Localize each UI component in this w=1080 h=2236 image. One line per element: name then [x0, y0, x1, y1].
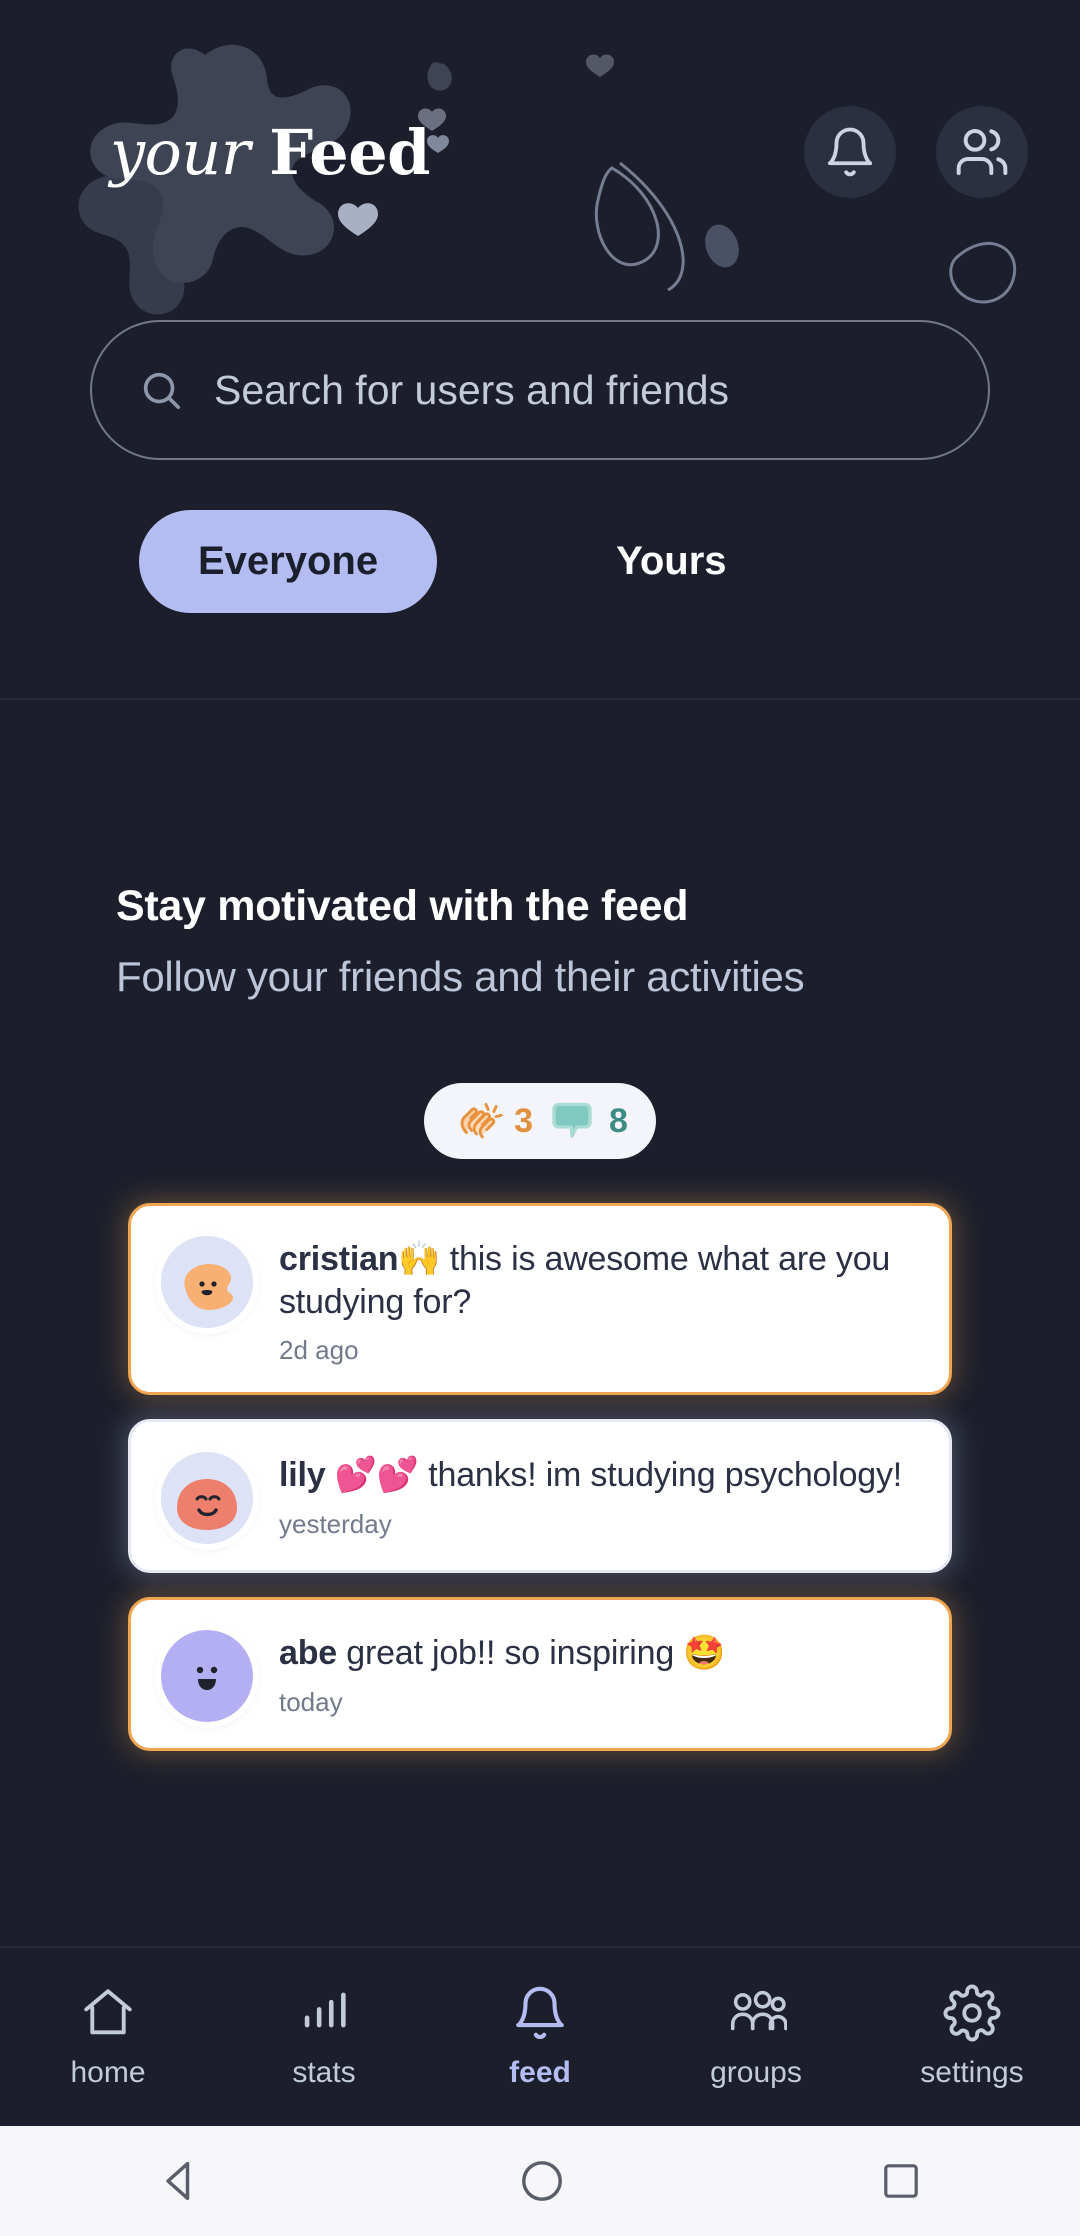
friends-button[interactable]: [936, 106, 1028, 198]
nav-label-groups: groups: [710, 2056, 802, 2089]
blob-face-orange-avatar: [161, 1236, 253, 1328]
triangle-back-icon[interactable]: [155, 2155, 207, 2207]
comment-card[interactable]: cristian🙌 this is awesome what are you s…: [128, 1203, 952, 1395]
clap-reaction[interactable]: 3: [452, 1095, 533, 1147]
people-icon: [956, 129, 1008, 175]
comment-timestamp: 2d ago: [279, 1335, 359, 1365]
comment-emoji: 🙌: [398, 1240, 441, 1278]
header-title-row: your Feed: [0, 92, 1080, 212]
feed-main: Stay motivated with the feed Follow your…: [0, 700, 1080, 1946]
header-actions: [804, 106, 1028, 198]
search-icon: [143, 372, 181, 410]
comment-message: great job!! so inspiring 🤩: [346, 1634, 726, 1672]
feed-filter-tabs: Everyone Yours: [0, 510, 1080, 613]
avatar: [161, 1452, 253, 1544]
bar-chart-icon: [304, 1992, 346, 2028]
avatar: [161, 1630, 253, 1722]
nav-label-stats: stats: [292, 2056, 356, 2089]
square-recent-icon[interactable]: [877, 2157, 925, 2205]
page-title-italic: your: [110, 115, 250, 189]
comment-user[interactable]: lily: [279, 1456, 326, 1494]
reaction-pill[interactable]: 3 8: [424, 1083, 656, 1159]
promo-title: Stay motivated with the feed: [116, 882, 689, 930]
promo-subtitle: Follow your friends and their activities: [116, 953, 805, 1000]
nav-item-feed[interactable]: feed: [432, 1984, 648, 2090]
comment-count: 8: [609, 1101, 628, 1140]
nav-label-settings: settings: [920, 2056, 1024, 2089]
clapping-hands-emoji: [460, 1102, 503, 1139]
comment-timestamp: today: [279, 1686, 343, 1717]
circle-home-icon[interactable]: [516, 2155, 568, 2207]
blob-face-salmon-avatar: [161, 1452, 253, 1544]
people-icon: [730, 1990, 787, 2031]
gear-icon: [943, 1984, 1001, 2042]
nav-item-settings[interactable]: settings: [864, 1984, 1080, 2090]
home-icon: [84, 1989, 132, 2035]
page-title: your Feed: [110, 115, 431, 189]
comment-body: cristian🙌 this is awesome what are you s…: [279, 1236, 915, 1366]
bell-icon: [516, 1986, 564, 2040]
nav-label-home: home: [70, 2056, 146, 2089]
comment-user[interactable]: abe: [279, 1634, 337, 1672]
comment-emoji: 💕💕: [334, 1456, 419, 1494]
smiley-face-purple-avatar: [161, 1630, 253, 1722]
comment-list: cristian🙌 this is awesome what are you s…: [0, 1203, 1080, 1751]
speech-balloon-icon: [552, 1102, 592, 1138]
reaction-bar-wrap: 3 8: [0, 1083, 1080, 1159]
tab-yours[interactable]: Yours: [616, 539, 726, 584]
comment-text: abe great job!! so inspiring 🤩: [279, 1632, 915, 1675]
comment-text: lily 💕💕 thanks! im studying psychology!: [279, 1454, 915, 1497]
comment-reaction[interactable]: 8: [545, 1094, 628, 1148]
comment-card[interactable]: lily 💕💕 thanks! im studying psychology! …: [128, 1419, 952, 1573]
nav-item-home[interactable]: home: [0, 1984, 216, 2090]
nav-item-stats[interactable]: stats: [216, 1984, 432, 2090]
bottom-navigation: home stats feed groups settings: [0, 1946, 1080, 2126]
app-header: your Feed Search for users and friends E…: [0, 0, 1080, 700]
nav-label-feed: feed: [509, 2056, 571, 2089]
search-bar[interactable]: Search for users and friends: [90, 320, 990, 460]
comment-body: abe great job!! so inspiring 🤩 today: [279, 1630, 915, 1718]
notifications-button[interactable]: [804, 106, 896, 198]
nav-item-groups[interactable]: groups: [648, 1984, 864, 2090]
clap-count: 3: [514, 1101, 533, 1140]
comment-message: thanks! im studying psychology!: [428, 1456, 903, 1494]
comment-timestamp: yesterday: [279, 1508, 392, 1539]
bell-icon: [827, 127, 873, 177]
comment-user[interactable]: cristian: [279, 1240, 399, 1278]
comment-card[interactable]: abe great job!! so inspiring 🤩 today: [128, 1597, 952, 1751]
page-title-bold: Feed: [269, 115, 431, 189]
comment-body: lily 💕💕 thanks! im studying psychology! …: [279, 1452, 915, 1540]
avatar: [161, 1236, 253, 1328]
comment-text: cristian🙌 this is awesome what are you s…: [279, 1238, 915, 1323]
search-input[interactable]: Search for users and friends: [214, 367, 729, 414]
android-system-nav: [0, 2126, 1080, 2236]
tab-everyone[interactable]: Everyone: [139, 510, 438, 613]
